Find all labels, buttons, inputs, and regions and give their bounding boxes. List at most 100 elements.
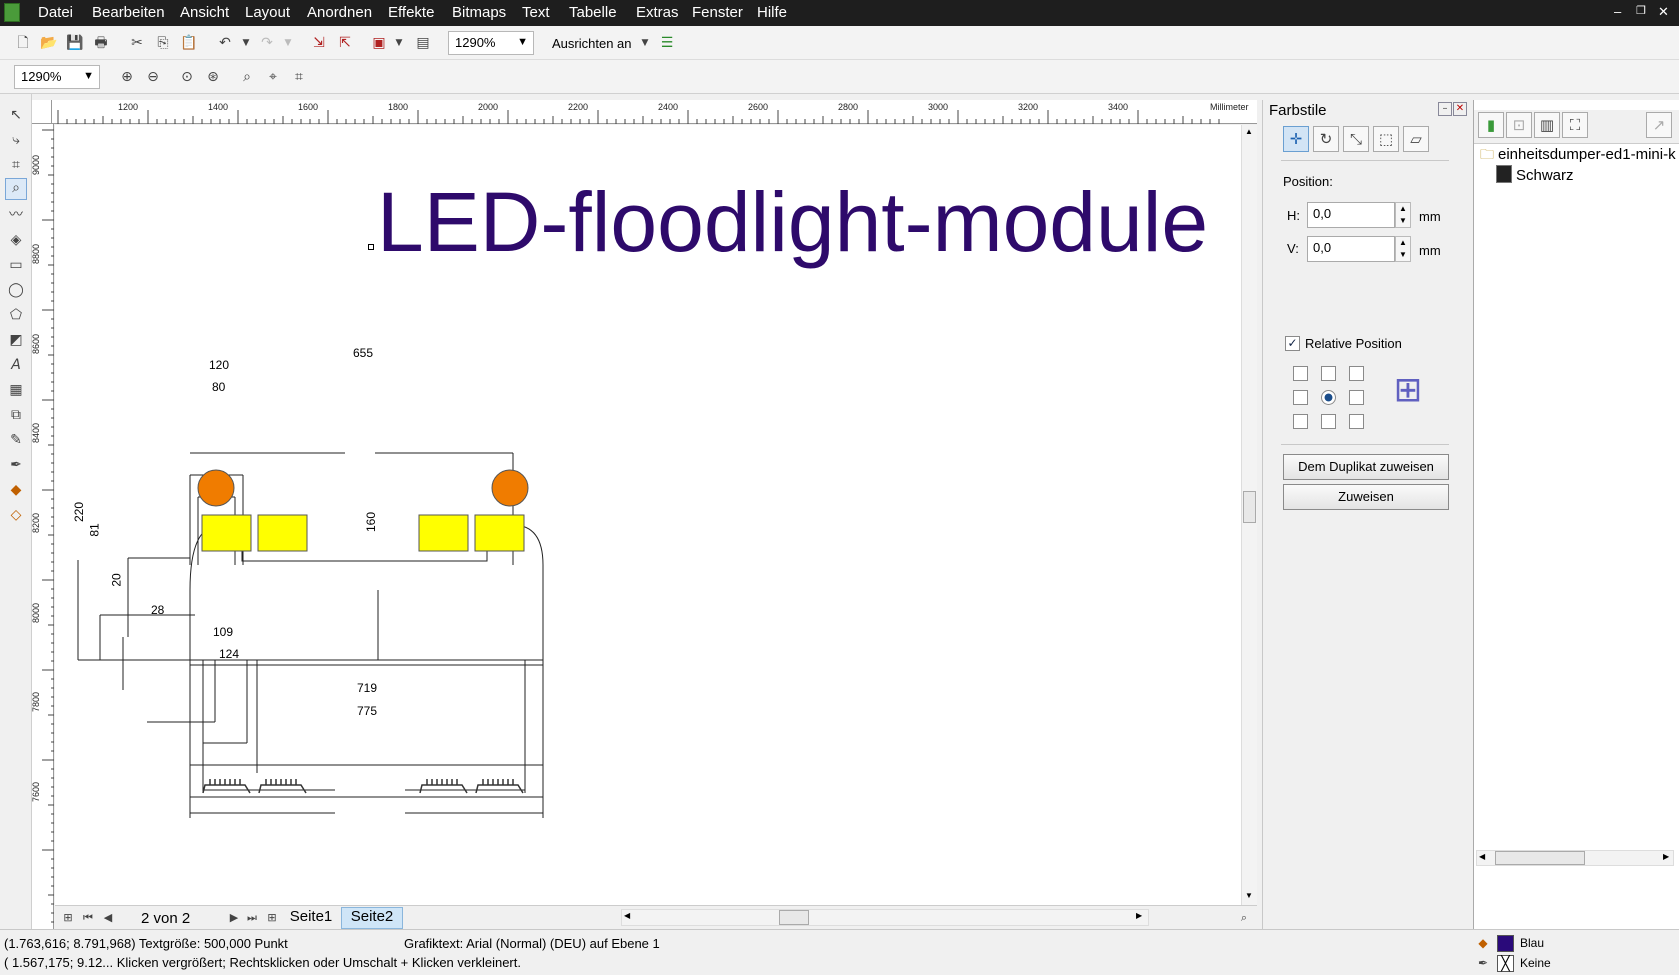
menu-anordnen[interactable]: Anordnen xyxy=(307,4,372,21)
dimension-label[interactable]: 28 xyxy=(151,603,164,617)
fill-tool-icon[interactable]: ◆ xyxy=(7,481,25,499)
menu-bitmaps[interactable]: Bitmaps xyxy=(452,4,506,21)
navigator-icon[interactable]: ⌕ xyxy=(1235,909,1253,927)
scroll-left-icon[interactable]: ◀ xyxy=(624,911,630,920)
tree-child-label[interactable]: Schwarz xyxy=(1516,167,1574,184)
edit-color-icon[interactable]: ↗ xyxy=(1646,112,1672,138)
skew-tool-icon[interactable]: ▱ xyxy=(1403,126,1429,152)
cut-icon[interactable]: ✂ xyxy=(128,34,146,52)
zoom-property-combo[interactable]: 1290% ▼ xyxy=(14,65,100,89)
convert-to-spot-icon[interactable]: ⛶ xyxy=(1562,112,1588,138)
menu-ansicht[interactable]: Ansicht xyxy=(180,4,229,21)
position-tool-icon[interactable]: ✛ xyxy=(1283,126,1309,152)
freehand-tool-icon[interactable]: 〰 xyxy=(7,206,25,224)
vertical-ruler[interactable]: 9000 8800 8600 8400 8200 8000 7800 7600 xyxy=(31,124,54,929)
anchor-bottom-right[interactable] xyxy=(1349,414,1364,429)
insert-page-after-icon[interactable]: ⊞ xyxy=(263,909,281,927)
rotate-tool-icon[interactable]: ↻ xyxy=(1313,126,1339,152)
menu-layout[interactable]: Layout xyxy=(245,4,290,21)
menu-text[interactable]: Text xyxy=(522,4,550,21)
relative-position-checkbox[interactable]: ✓ xyxy=(1285,336,1300,351)
anchor-middle-left[interactable] xyxy=(1293,390,1308,405)
mounting-hole-left[interactable] xyxy=(197,469,235,507)
redo-icon[interactable]: ↷ xyxy=(258,34,276,52)
copy-icon[interactable]: ⎘ xyxy=(154,34,172,52)
dimension-label[interactable]: 81 xyxy=(88,523,102,536)
crop-tool-icon[interactable]: ⌗ xyxy=(7,156,25,174)
scroll-left-icon[interactable]: ◀ xyxy=(1479,852,1485,861)
zoom-out-icon[interactable]: ⊖ xyxy=(144,68,162,86)
dimension-label[interactable]: 20 xyxy=(110,573,124,586)
v-position-input[interactable]: 0,0 xyxy=(1307,236,1395,262)
first-page-icon[interactable]: ⏮ xyxy=(79,909,97,927)
zoom-to-page-icon[interactable]: ⌕ xyxy=(238,68,256,86)
zoom-to-selection-icon[interactable]: ⊙ xyxy=(178,68,196,86)
export-icon[interactable]: ⇱ xyxy=(336,34,354,52)
h-position-input[interactable]: 0,0 xyxy=(1307,202,1395,228)
close-icon[interactable]: ✕ xyxy=(1658,4,1669,20)
anchor-bottom-center[interactable] xyxy=(1321,414,1336,429)
connector-tool-icon[interactable]: ⧉ xyxy=(7,406,25,424)
new-document-icon[interactable]: 🗋 xyxy=(14,34,32,52)
mounting-hole-right[interactable] xyxy=(491,469,529,507)
outline-pen-tool-icon[interactable]: ✒ xyxy=(7,456,25,474)
assign-button[interactable]: Zuweisen xyxy=(1283,484,1449,510)
led-1[interactable] xyxy=(201,514,252,552)
table-tool-icon[interactable]: ▦ xyxy=(7,381,25,399)
save-icon[interactable]: 💾 xyxy=(66,34,84,52)
smart-fill-tool-icon[interactable]: ◈ xyxy=(7,231,25,249)
dimension-label[interactable]: 719 xyxy=(357,681,377,695)
scroll-thumb[interactable] xyxy=(1243,491,1256,523)
previous-page-icon[interactable]: ◀ xyxy=(99,909,117,927)
zoom-level-combo[interactable]: 1290% ▼ xyxy=(448,31,534,55)
ruler-origin[interactable] xyxy=(32,100,52,124)
outline-none-swatch[interactable]: ╳ xyxy=(1497,955,1514,972)
polygon-tool-icon[interactable]: ⬠ xyxy=(7,306,25,324)
menu-bearbeiten[interactable]: Bearbeiten xyxy=(92,4,165,21)
restore-icon[interactable]: ❐ xyxy=(1636,4,1646,17)
text-tool-icon[interactable]: A xyxy=(7,356,25,374)
tree-root-label[interactable]: einheitsdumper-ed1-mini-k xyxy=(1498,146,1676,163)
options-icon[interactable]: ☰ xyxy=(658,34,676,52)
shape-tool-icon[interactable]: ⤷ xyxy=(7,131,25,149)
vertical-scrollbar[interactable]: ▲ ▼ xyxy=(1241,125,1257,905)
create-from-selection-icon[interactable]: ▥ xyxy=(1534,112,1560,138)
h-spinner[interactable]: ▲ ▼ xyxy=(1395,202,1411,228)
horizontal-scrollbar[interactable]: ◀ ▶ xyxy=(621,909,1149,926)
snap-to-label[interactable]: Ausrichten an xyxy=(552,36,632,51)
basic-shapes-tool-icon[interactable]: ◩ xyxy=(7,331,25,349)
interactive-fill-tool-icon[interactable]: ◇ xyxy=(7,506,25,524)
scroll-thumb[interactable] xyxy=(779,910,809,925)
tab-seite2[interactable]: Seite2 xyxy=(341,907,403,929)
drawing-canvas[interactable]: LED-floodlight-module 655 120 80 220 81 … xyxy=(55,125,1241,905)
import-icon[interactable]: ⇲ xyxy=(310,34,328,52)
dimension-label[interactable]: 80 xyxy=(212,380,225,394)
paste-icon[interactable]: 📋 xyxy=(180,34,198,52)
size-tool-icon[interactable]: ⬚ xyxy=(1373,126,1399,152)
print-icon[interactable]: 🖶 xyxy=(92,34,110,52)
menu-fenster[interactable]: Fenster xyxy=(692,4,743,21)
eyedropper-tool-icon[interactable]: ✎ xyxy=(7,431,25,449)
last-page-icon[interactable]: ⏭ xyxy=(243,909,261,927)
undo-dropdown-icon[interactable]: ▼ xyxy=(237,34,255,52)
assign-to-duplicate-button[interactable]: Dem Duplikat zuweisen xyxy=(1283,454,1449,480)
menu-hilfe[interactable]: Hilfe xyxy=(757,4,787,21)
led-2[interactable] xyxy=(257,514,308,552)
zoom-tool-icon[interactable]: ⌕ xyxy=(5,178,27,200)
v-spinner[interactable]: ▲ ▼ xyxy=(1395,236,1411,262)
application-launcher-icon[interactable]: ▣ xyxy=(370,34,388,52)
tree-horizontal-scrollbar[interactable]: ◀ ▶ xyxy=(1476,850,1674,866)
dimension-label[interactable]: 655 xyxy=(353,346,373,360)
led-4[interactable] xyxy=(474,514,525,552)
zoom-in-icon[interactable]: ⊕ xyxy=(118,68,136,86)
rectangle-tool-icon[interactable]: ▭ xyxy=(7,256,25,274)
anchor-top-center[interactable] xyxy=(1321,366,1336,381)
scroll-right-icon[interactable]: ▶ xyxy=(1136,911,1142,920)
app-icon[interactable] xyxy=(4,3,20,22)
dimension-label[interactable]: 160 xyxy=(364,512,378,532)
anchor-top-left[interactable] xyxy=(1293,366,1308,381)
next-page-icon[interactable]: ▶ xyxy=(225,909,243,927)
anchor-middle-right[interactable] xyxy=(1349,390,1364,405)
anchor-bottom-left[interactable] xyxy=(1293,414,1308,429)
minimize-icon[interactable]: – xyxy=(1614,4,1621,19)
